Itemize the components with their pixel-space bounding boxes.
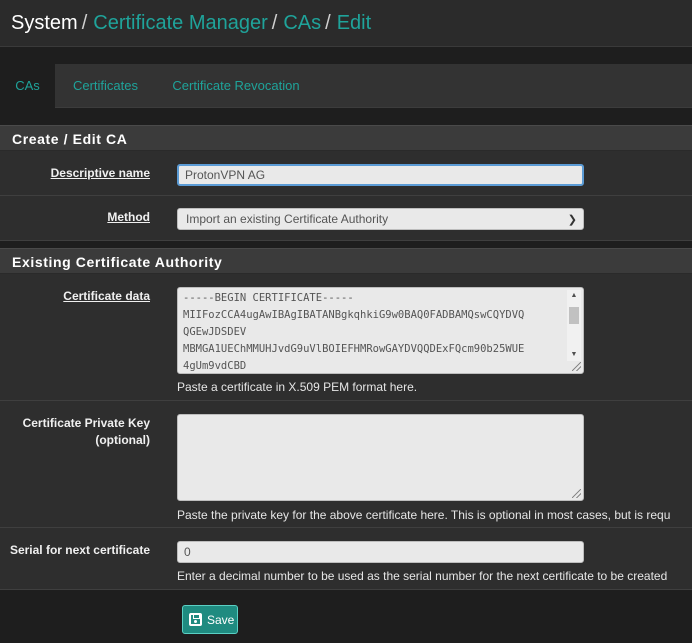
tab-certificates[interactable]: Certificates (63, 64, 148, 108)
tab-bar: CAs Certificates Certificate Revocation (0, 64, 692, 109)
private-key-textarea[interactable] (177, 414, 584, 501)
chevron-down-icon: ❯ (567, 214, 577, 226)
serial-help: Enter a decimal number to be used as the… (177, 569, 668, 583)
breadcrumb-certificate-manager[interactable]: Certificate Manager (93, 12, 268, 35)
resize-grip-icon[interactable] (572, 489, 581, 498)
method-select-value: Import an existing Certificate Authority (186, 212, 389, 226)
breadcrumb-separator: / (81, 11, 88, 34)
certificate-data-line: 4gUm9vdCBD (183, 360, 247, 372)
serial-label: Serial for next certificate (9, 543, 150, 557)
descriptive-name-input[interactable]: ProtonVPN AG (177, 164, 584, 186)
breadcrumb-cas[interactable]: CAs (283, 12, 321, 35)
breadcrumb-system: System (11, 11, 78, 34)
scroll-thumb[interactable] (569, 307, 579, 324)
certificate-data-label[interactable]: Certificate data (63, 288, 150, 305)
certificate-data-line: -----BEGIN CERTIFICATE----- (183, 292, 354, 304)
serial-row: Serial for next certificate 0 Enter a de… (0, 528, 692, 590)
certificate-data-textarea[interactable]: -----BEGIN CERTIFICATE----- MIIFozCCA4ug… (177, 287, 584, 374)
scroll-up-arrow-icon[interactable]: ▲ (567, 290, 581, 302)
resize-grip-icon[interactable] (572, 362, 581, 371)
breadcrumb-separator: / (271, 11, 278, 34)
method-select[interactable]: Import an existing Certificate Authority… (177, 208, 584, 230)
private-key-help: Paste the private key for the above cert… (177, 508, 671, 522)
private-key-row: Certificate Private Key (optional) Paste… (0, 401, 692, 528)
certificate-data-help: Paste a certificate in X.509 PEM format … (177, 380, 418, 394)
private-key-label: Certificate Private Key (optional) (23, 415, 150, 449)
breadcrumb-edit[interactable]: Edit (337, 12, 371, 35)
breadcrumb: System / Certificate Manager / CAs / Edi… (0, 0, 692, 47)
certificate-data-row: Certificate data -----BEGIN CERTIFICATE-… (0, 274, 692, 401)
tab-certificate-revocation[interactable]: Certificate Revocation (166, 64, 306, 108)
textarea-scrollbar[interactable]: ▲ ▼ (567, 290, 581, 361)
descriptive-name-row: Descriptive name ProtonVPN AG (0, 151, 692, 196)
serial-input[interactable]: 0 (177, 541, 584, 563)
save-button-label: Save (207, 613, 235, 627)
private-key-label-line1: Certificate Private Key (22, 416, 150, 430)
section-heading-create-edit-ca: Create / Edit CA (0, 125, 692, 151)
breadcrumb-separator: / (325, 11, 331, 34)
section-heading-existing-ca: Existing Certificate Authority (0, 248, 692, 274)
certificate-data-line: MIIFozCCA4ugAwIBAgIBATANBgkqhkiG9w0BAQ0F… (183, 309, 525, 321)
certificate-data-line: MBMGA1UEChMMUHJvdG9uVlBOIEFHMRowGAYDVQQD… (183, 343, 525, 355)
tab-cas[interactable]: CAs (0, 64, 55, 109)
method-label[interactable]: Method (107, 209, 150, 226)
save-button[interactable]: Save (182, 605, 238, 634)
form-footer: Save (0, 590, 692, 643)
method-row: Method Import an existing Certificate Au… (0, 196, 692, 241)
certificate-data-line: QGEwJDSDEV (183, 326, 247, 338)
private-key-label-line2: (optional) (95, 433, 150, 447)
scroll-down-arrow-icon[interactable]: ▼ (567, 349, 581, 361)
descriptive-name-label[interactable]: Descriptive name (51, 165, 150, 182)
floppy-disk-icon (189, 613, 202, 626)
